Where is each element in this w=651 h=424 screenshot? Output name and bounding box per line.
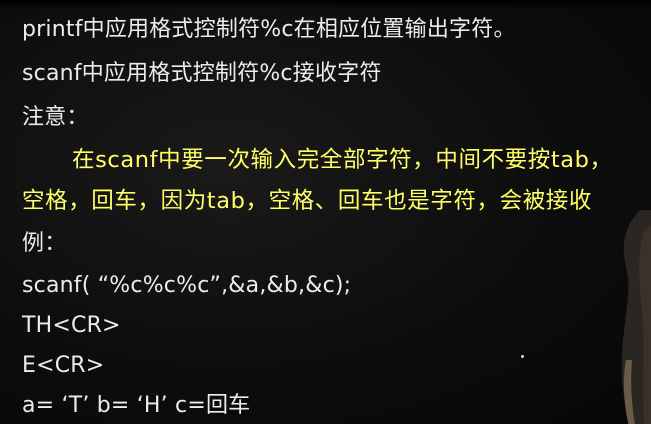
example-input-2: E<CR> [22,353,105,378]
laser-pointer-dot [521,355,524,358]
presenter-silhouette [621,210,651,424]
note-heading: 注意： [22,105,89,130]
scanf-line: scanf中应用格式控制符%c接收字符 [22,61,382,86]
slide-screen: printf中应用格式控制符%c在相应位置输出字符。 scanf中应用格式控制符… [0,0,651,424]
note-text-line-2: 空格，回车，因为tab，空格、回车也是字符，会被接收 [22,188,592,214]
top-fade [0,0,651,10]
printf-line: printf中应用格式控制符%c在相应位置输出字符。 [22,17,516,42]
example-scanf-call: scanf( “%c%c%c”,&a,&b,&c); [22,273,352,298]
note-text-line-1: 在scanf中要一次输入完全部字符，中间不要按tab， [72,147,613,173]
example-input-1: TH<CR> [22,313,121,338]
example-heading: 例： [22,231,67,256]
example-result: a= ‘T’ b= ‘H’ c=回车 [22,393,251,418]
